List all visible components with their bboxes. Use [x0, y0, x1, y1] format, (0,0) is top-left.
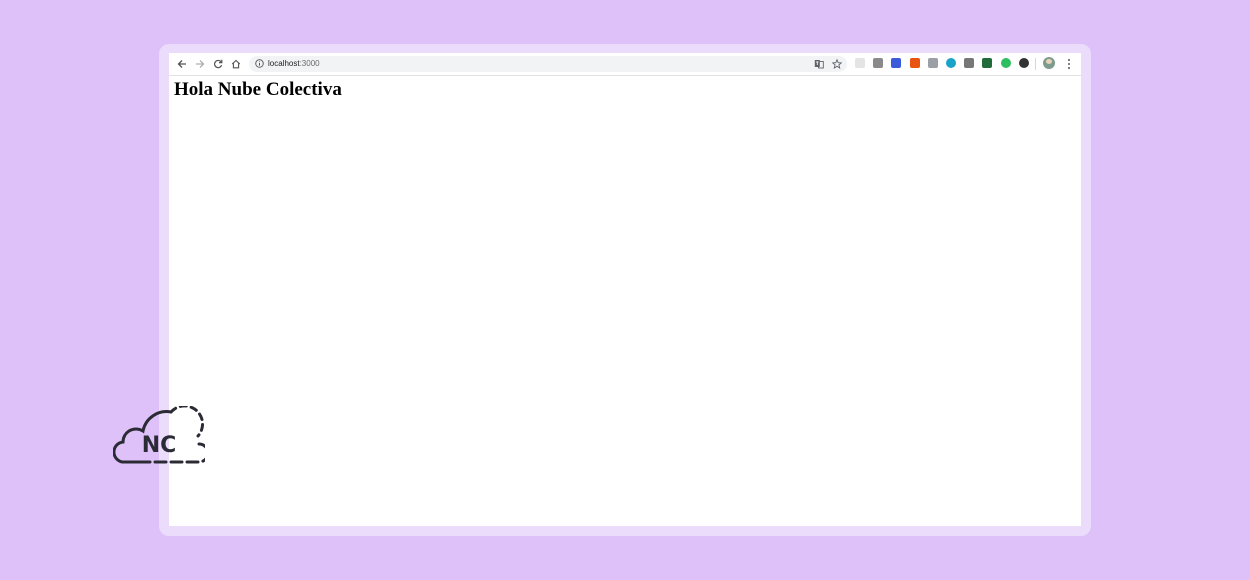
extension-dark-circle-icon[interactable] — [1018, 58, 1029, 68]
url-port: :3000 — [299, 59, 320, 68]
reload-button[interactable] — [210, 56, 226, 72]
reload-icon — [214, 59, 223, 69]
extension-cloud-icon[interactable] — [964, 58, 975, 68]
back-button[interactable] — [174, 56, 190, 72]
arrow-right-icon — [196, 60, 205, 68]
extension-notes-icon[interactable] — [927, 58, 938, 68]
profile-avatar[interactable] — [1043, 57, 1055, 69]
star-icon[interactable] — [832, 59, 842, 69]
extension-globe-icon[interactable] — [946, 58, 956, 68]
browser-window: localhost:3000 Hola Nube Colectiva — [169, 53, 1081, 526]
extension-green-dark-icon[interactable] — [982, 58, 993, 68]
forward-button[interactable] — [192, 56, 208, 72]
home-button[interactable] — [228, 56, 244, 72]
translate-icon[interactable] — [814, 59, 824, 69]
address-bar[interactable]: localhost:3000 — [249, 56, 847, 72]
page-heading: Hola Nube Colectiva — [174, 79, 342, 100]
nube-colectiva-logo: NC — [113, 406, 205, 464]
logo-text: NC — [142, 433, 177, 458]
extension-blank-icon[interactable] — [855, 58, 865, 68]
extension-vue-devtools-icon[interactable] — [873, 58, 884, 68]
arrow-left-icon — [177, 60, 186, 68]
info-icon[interactable] — [255, 59, 264, 68]
url-text[interactable]: localhost:3000 — [268, 58, 320, 70]
extension-blue-icon[interactable] — [891, 58, 902, 68]
browser-toolbar: localhost:3000 — [169, 53, 1081, 76]
home-icon — [231, 59, 241, 69]
url-host: localhost — [268, 59, 300, 68]
extension-orange-icon[interactable] — [909, 58, 920, 68]
extension-evernote-icon[interactable] — [1000, 58, 1011, 68]
toolbar-separator — [1035, 58, 1036, 70]
more-vertical-icon[interactable] — [1064, 58, 1074, 70]
